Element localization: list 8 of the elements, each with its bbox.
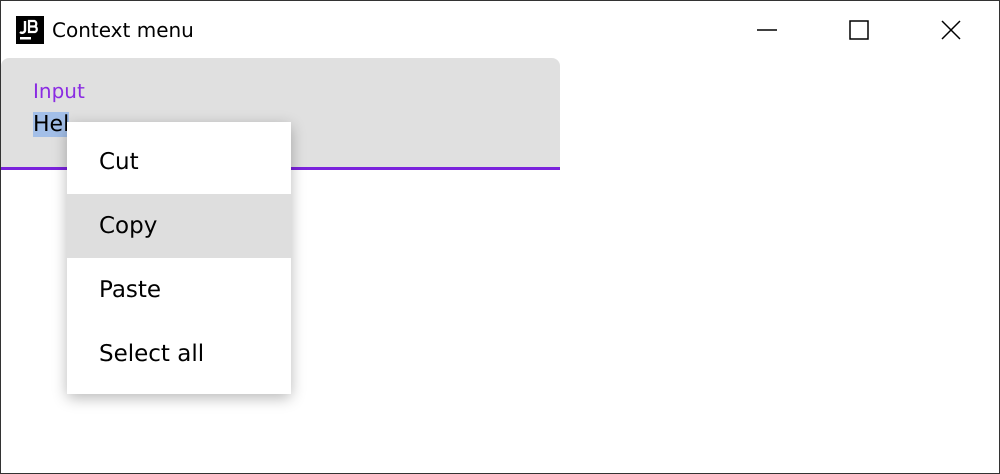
maximize-icon (849, 20, 869, 40)
minimize-icon (757, 28, 777, 30)
app-logo-icon (16, 16, 44, 44)
menu-item[interactable]: Paste (67, 258, 291, 322)
menu-item[interactable]: Select all (67, 322, 291, 386)
window-title: Context menu (52, 18, 194, 42)
menu-item[interactable]: Copy (67, 194, 291, 258)
close-icon (941, 20, 961, 40)
